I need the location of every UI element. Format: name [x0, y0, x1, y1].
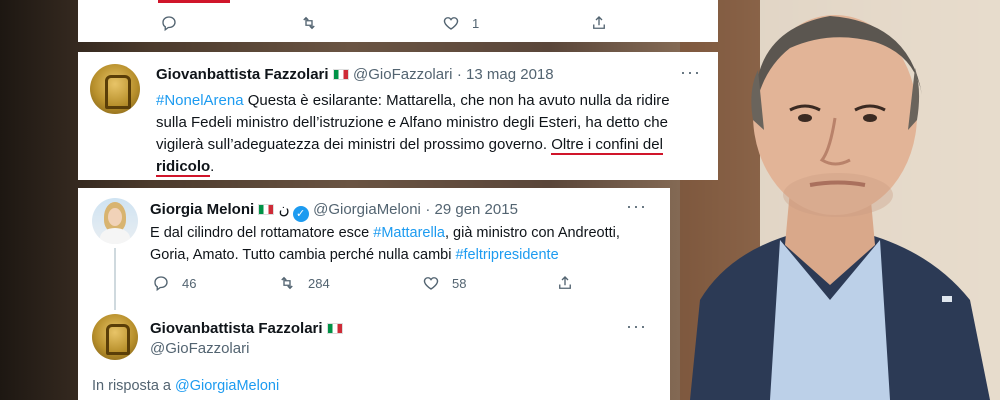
more-options-icon[interactable]: ··· [680, 62, 701, 83]
fazzolari-tweet-2018: Giovanbattista Fazzolari @GioFazzolari ·… [78, 52, 718, 180]
share-button[interactable] [556, 274, 586, 292]
share-icon [593, 16, 605, 29]
tweet-date[interactable]: · 29 gen 2015 [425, 201, 518, 218]
retweet-count: 284 [308, 275, 330, 291]
reply-prefix: In risposta a [92, 378, 176, 394]
top-tweet-card: 1 [78, 0, 718, 42]
arabic-letter: ن [278, 201, 290, 218]
fazzolari-avatar[interactable] [90, 64, 140, 114]
retweet-icon [303, 16, 315, 30]
hashtag-link[interactable]: #feltripresidente [455, 247, 558, 263]
reply-count: 46 [182, 275, 197, 291]
retweet-button[interactable]: 284 [278, 274, 330, 292]
like-count: 1 [472, 15, 480, 31]
like-count: 58 [452, 275, 467, 291]
author-handle[interactable]: @GioFazzolari [150, 340, 249, 357]
retweet-button[interactable] [300, 14, 330, 32]
highlight-part-2: ridicolo [156, 158, 211, 175]
thread-connector [114, 248, 116, 310]
author-handle[interactable]: @GiorgiaMeloni [313, 201, 421, 218]
meloni-thread-card: Giorgia Meloni ن ✓ @GiorgiaMeloni · 29 ge… [78, 188, 670, 400]
hashtag-link[interactable]: #NonelArena [156, 92, 244, 109]
meloni-avatar[interactable] [92, 198, 138, 244]
tweet-text: E dal cilindro del rottamatore esce #Mat… [150, 222, 650, 266]
reply-icon [154, 276, 168, 292]
tweet-date[interactable]: · 13 mag 2018 [457, 66, 554, 83]
reply-context: In risposta a @GiorgiaMeloni [92, 378, 279, 394]
author-name[interactable]: Giovanbattista Fazzolari [156, 66, 329, 83]
highlight-part-1: Oltre i confini del [551, 136, 663, 153]
hashtag-link[interactable]: #Mattarella [373, 225, 445, 241]
fazzolari-avatar[interactable] [92, 314, 138, 360]
author-name[interactable]: Giorgia Meloni [150, 201, 254, 218]
heart-icon [423, 277, 439, 290]
reply-button[interactable]: 46 [152, 274, 196, 292]
author-handle[interactable]: @GioFazzolari [353, 66, 452, 83]
red-underline [158, 0, 230, 3]
verified-badge-icon: ✓ [292, 206, 309, 222]
more-options-icon[interactable]: ··· [626, 196, 647, 217]
italy-flag-icon [332, 69, 349, 80]
share-button[interactable] [590, 14, 620, 32]
tweet-end: . [210, 158, 215, 175]
reply-button[interactable] [160, 14, 190, 32]
tweet-body-a: E dal cilindro del rottamatore esce [150, 225, 374, 241]
italy-flag-icon [326, 323, 343, 334]
retweet-icon [281, 276, 293, 290]
more-options-icon[interactable]: ··· [626, 316, 647, 337]
italy-flag-icon [258, 204, 275, 215]
like-button[interactable]: 1 [442, 14, 479, 32]
author-name[interactable]: Giovanbattista Fazzolari [150, 320, 323, 337]
like-button[interactable]: 58 [422, 274, 466, 292]
reply-icon [162, 16, 176, 32]
tweet-text: #NonelArena Questa è esilarante: Mattare… [156, 90, 704, 178]
share-icon [559, 276, 571, 289]
heart-icon [443, 17, 459, 30]
reply-to-link[interactable]: @GiorgiaMeloni [175, 378, 279, 394]
